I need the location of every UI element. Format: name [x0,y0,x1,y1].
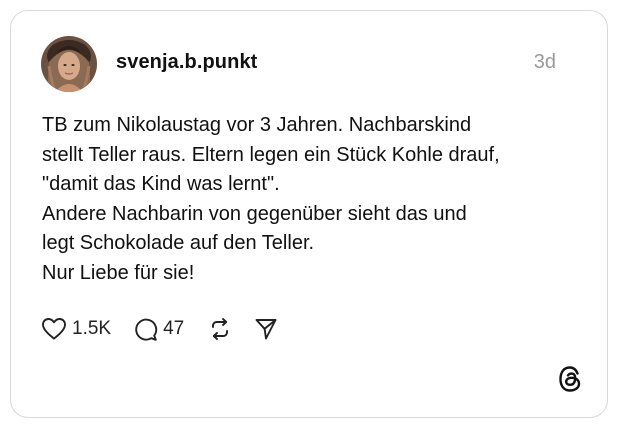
repost-icon [212,318,229,340]
post-text-line: TB zum Nikolaustag vor 3 Jahren. Nachbar… [42,114,472,136]
share-button[interactable] [254,317,278,341]
avatar[interactable] [41,36,97,92]
username[interactable]: svenja.b.punkt [116,51,257,74]
comment-bubble-icon [135,318,158,341]
post-timestamp[interactable]: 3d [534,51,556,74]
reply-button[interactable]: 47 [133,317,184,342]
post-text: TB zum Nikolaustag vor 3 Jahren. Nachbar… [42,111,592,289]
post-text-line: legt Schokolade auf den Teller. [42,232,315,255]
post-text-line: Andere Nachbarin von gegenüber sieht das… [42,202,467,225]
post-text-line: "damit das Kind was lernt". [42,173,280,196]
like-button[interactable]: 1.5K [41,317,111,341]
post-text-line: stellt Teller raus. Eltern legen ein Stü… [42,143,500,166]
repost-button[interactable] [208,317,232,341]
post-card: svenja.b.punkt 3d TB zum Nikolaustag vor… [10,10,608,418]
threads-logo-icon [557,365,583,393]
reply-count: 47 [163,318,185,339]
action-bar: 1.5K 47 [41,314,278,344]
like-count: 1.5K [72,318,112,339]
send-icon [255,319,277,340]
post-text-line: Nur Liebe für sie! [42,261,195,284]
heart-icon [42,318,66,340]
